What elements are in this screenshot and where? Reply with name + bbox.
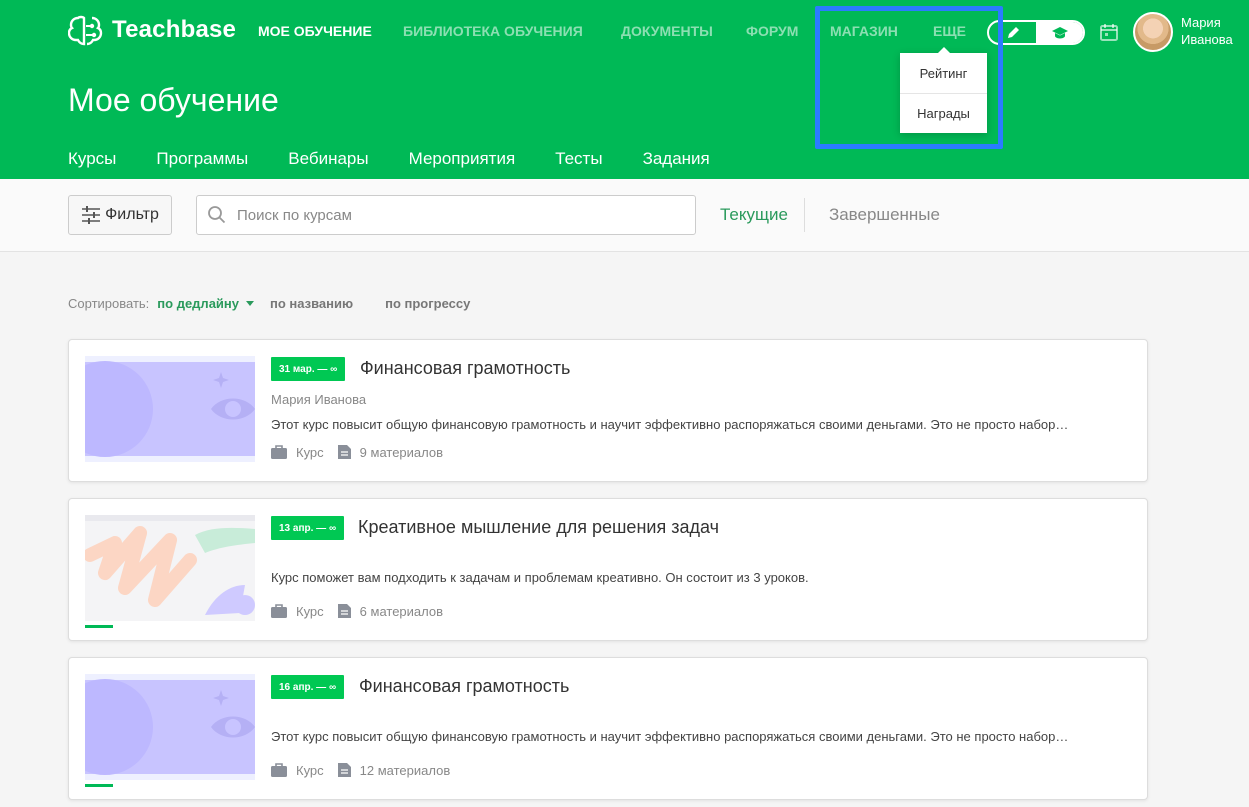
course-thumbnail	[85, 356, 255, 462]
sort-by-progress[interactable]: по прогрессу	[385, 296, 470, 311]
tab-programs[interactable]: Программы	[140, 138, 264, 181]
search-input[interactable]	[237, 206, 677, 224]
sort-deadline-label: по дедлайну	[157, 296, 239, 311]
document-icon	[337, 604, 351, 618]
course-materials: 9 материалов	[359, 444, 444, 460]
course-type: Курс	[296, 603, 324, 619]
search-icon	[208, 206, 226, 224]
tab-webinars[interactable]: Вебинары	[272, 138, 384, 181]
nav-more[interactable]: ЕЩЕ	[933, 23, 966, 39]
tab-tests[interactable]: Тесты	[539, 138, 618, 181]
user-last-name: Иванова	[1181, 32, 1233, 47]
course-card[interactable]: 16 апр. — ∞ Финансовая грамотность Этот …	[68, 657, 1148, 800]
sort-label: Сортировать:	[68, 296, 150, 311]
edit-mode-button[interactable]	[989, 22, 1036, 43]
document-icon	[337, 763, 351, 777]
course-meta: Курс 9 материалов	[271, 444, 443, 460]
caret-down-icon	[246, 301, 254, 306]
course-title[interactable]: Креативное мышление для решения задач	[358, 517, 719, 538]
course-type: Курс	[296, 444, 324, 460]
tab-courses[interactable]: Курсы	[52, 138, 133, 183]
course-description: Этот курс повысит общую финансовую грамо…	[271, 417, 1069, 432]
course-type: Курс	[296, 762, 324, 778]
pencil-icon	[1007, 26, 1019, 38]
course-description: Этот курс повысит общую финансовую грамо…	[271, 729, 1069, 744]
tab-assignments[interactable]: Задания	[627, 138, 726, 181]
page-title: Мое обучение	[68, 82, 279, 118]
nav-documents[interactable]: ДОКУМЕНТЫ	[621, 23, 713, 39]
filter-toolbar: Фильтр Текущие Завершенные	[0, 179, 1249, 252]
user-avatar[interactable]	[1133, 12, 1173, 52]
calendar-icon[interactable]	[1099, 22, 1119, 42]
filter-button[interactable]: Фильтр	[68, 195, 172, 235]
course-meta: Курс 6 материалов	[271, 603, 443, 619]
user-name[interactable]: Мария Иванова	[1181, 14, 1233, 48]
course-card[interactable]: 13 апр. — ∞ Креативное мышление для реше…	[68, 498, 1148, 641]
document-icon	[337, 445, 351, 459]
learning-tabs: Курсы Программы Вебинары Мероприятия Тес…	[52, 138, 726, 183]
menu-item-rating[interactable]: Рейтинг	[900, 53, 987, 93]
date-badge: 16 апр. — ∞	[271, 675, 345, 699]
sliders-icon	[82, 206, 101, 224]
course-progress-bar	[85, 784, 113, 787]
course-title[interactable]: Финансовая грамотность	[360, 358, 570, 379]
status-completed-tab[interactable]: Завершенные	[829, 205, 940, 225]
course-title[interactable]: Финансовая грамотность	[359, 676, 569, 697]
nav-my-learning[interactable]: МОЕ ОБУЧЕНИЕ	[258, 23, 372, 39]
teachbase-logo[interactable]: Teachbase	[68, 14, 236, 46]
status-divider	[803, 198, 805, 232]
user-first-name: Мария	[1181, 15, 1221, 30]
course-thumbnail	[85, 515, 255, 621]
nav-shop[interactable]: МАГАЗИН	[830, 23, 898, 39]
top-header: Teachbase МОЕ ОБУЧЕНИЕ БИБЛИОТЕКА ОБУЧЕН…	[0, 0, 1249, 183]
menu-item-awards[interactable]: Награды	[900, 93, 987, 133]
course-progress-bar	[85, 625, 113, 628]
learn-mode-button[interactable]	[1036, 22, 1083, 43]
status-tabs: Текущие Завершенные	[720, 197, 940, 233]
search-box	[196, 195, 696, 235]
brain-icon	[68, 15, 103, 46]
course-materials: 6 материалов	[359, 603, 444, 619]
more-dropdown-menu: Рейтинг Награды	[900, 47, 987, 133]
course-author: Мария Иванова	[271, 392, 367, 407]
course-thumbnail	[85, 674, 255, 780]
course-description: Курс поможет вам подходить к задачам и п…	[271, 570, 809, 585]
briefcase-icon	[271, 604, 287, 618]
sort-by-name[interactable]: по названию	[270, 296, 353, 311]
filter-label: Фильтр	[105, 206, 159, 223]
nav-library[interactable]: БИБЛИОТЕКА ОБУЧЕНИЯ	[403, 23, 583, 39]
graduation-cap-icon	[1051, 26, 1068, 38]
tab-events[interactable]: Мероприятия	[393, 138, 532, 181]
course-meta: Курс 12 материалов	[271, 762, 450, 778]
briefcase-icon	[271, 763, 287, 777]
briefcase-icon	[271, 445, 287, 459]
nav-forum[interactable]: ФОРУМ	[746, 23, 798, 39]
logo-text: Teachbase	[112, 16, 237, 43]
status-current-tab[interactable]: Текущие	[720, 205, 788, 225]
course-materials: 12 материалов	[359, 762, 451, 778]
course-card[interactable]: 31 мар. — ∞ Финансовая грамотность Мария…	[68, 339, 1148, 482]
sort-by-deadline[interactable]: по дедлайну	[157, 296, 254, 311]
sort-bar: Сортировать: по дедлайну по названию по …	[68, 296, 470, 311]
date-badge: 13 апр. — ∞	[271, 516, 345, 540]
mode-toggle[interactable]	[987, 20, 1085, 45]
date-badge: 31 мар. — ∞	[271, 357, 346, 381]
